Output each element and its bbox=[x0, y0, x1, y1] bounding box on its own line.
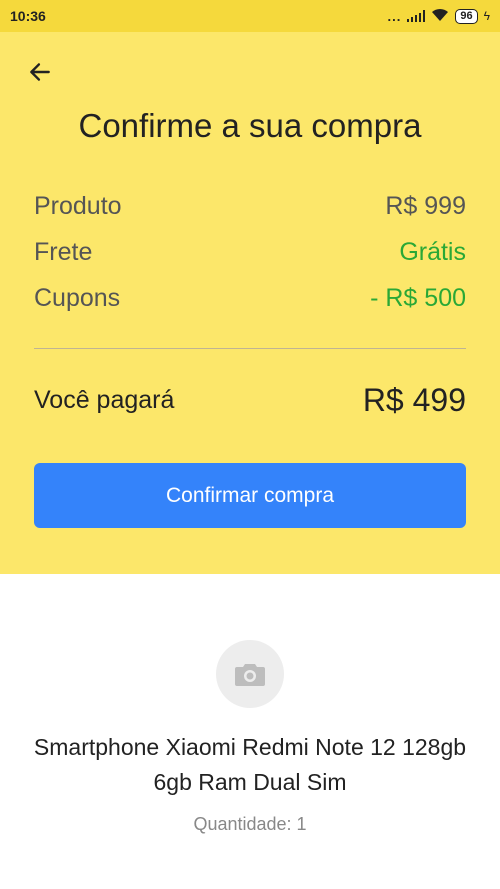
product-title: Smartphone Xiaomi Redmi Note 12 128gb 6g… bbox=[33, 734, 467, 795]
summary-label: Cupons bbox=[34, 284, 121, 312]
more-dots-icon: ... bbox=[387, 8, 402, 24]
summary-value: Grátis bbox=[399, 238, 466, 266]
charging-icon: ϟ bbox=[483, 9, 490, 23]
signal-icon bbox=[407, 10, 426, 22]
battery-icon: 96 bbox=[455, 8, 478, 24]
summary-row-product: Produto R$ 999 bbox=[34, 192, 466, 221]
divider bbox=[34, 348, 466, 349]
product-quantity: Quantidade: 1 bbox=[193, 814, 307, 834]
battery-level: 96 bbox=[455, 8, 478, 24]
summary-label: Frete bbox=[34, 238, 93, 266]
page-title: Confirme a sua compra bbox=[78, 107, 422, 144]
summary-row-coupons: Cupons - R$ 500 bbox=[34, 284, 466, 313]
total-row: Você pagará R$ 499 bbox=[34, 382, 466, 419]
camera-icon bbox=[235, 664, 265, 686]
product-image bbox=[216, 640, 284, 708]
arrow-left-icon bbox=[30, 63, 50, 81]
total-value: R$ 499 bbox=[362, 382, 466, 418]
summary-row-shipping: Frete Grátis bbox=[34, 238, 466, 267]
confirm-header: Confirme a sua compra Produto R$ 999 Fre… bbox=[0, 32, 500, 574]
wifi-icon bbox=[431, 8, 449, 25]
back-button[interactable] bbox=[24, 56, 56, 88]
confirm-purchase-button[interactable]: Confirmar compra bbox=[34, 463, 466, 528]
status-bar: 10:36 ... 96 ϟ bbox=[0, 0, 500, 32]
summary-value: - R$ 500 bbox=[370, 284, 466, 312]
total-label: Você pagará bbox=[34, 386, 175, 414]
status-time: 10:36 bbox=[10, 8, 46, 24]
status-icons: ... 96 ϟ bbox=[388, 8, 490, 25]
summary-label: Produto bbox=[34, 192, 122, 220]
summary-value: R$ 999 bbox=[385, 192, 466, 220]
